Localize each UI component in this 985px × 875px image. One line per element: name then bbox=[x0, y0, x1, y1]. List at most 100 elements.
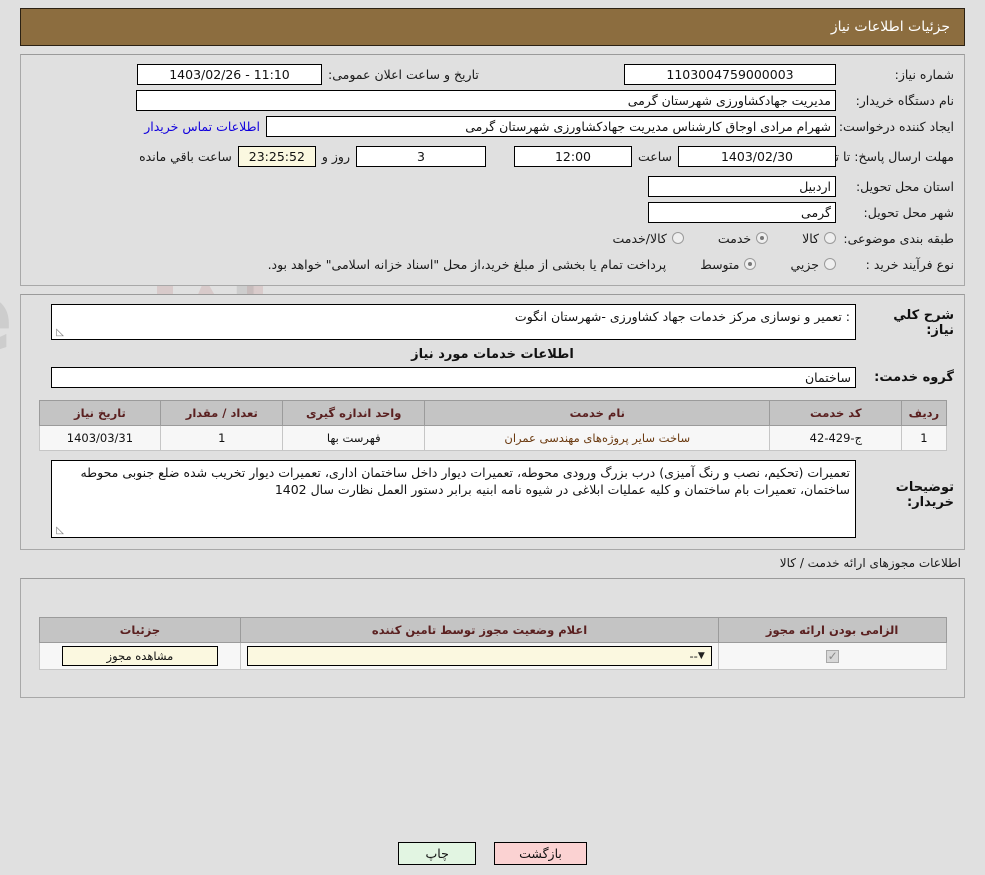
row-service-group: گروه خدمت: ساختمان bbox=[21, 364, 964, 390]
page-root: AriaTender.net جزئیات اطلاعات نیاز شماره… bbox=[0, 8, 985, 875]
deadline-date-value: 1403/02/30 bbox=[678, 145, 836, 167]
overview-label: شرح کلي نیاز: bbox=[893, 308, 954, 338]
creator-value: شهرام مرادی اوجاق کارشناس مدیریت جهادکشا… bbox=[266, 115, 836, 137]
th-qty: تعداد / مقدار bbox=[160, 400, 284, 426]
view-license-button[interactable]: مشاهده مجوز bbox=[61, 646, 218, 666]
footer-actions: بازگشت چاپ bbox=[0, 842, 985, 865]
resize-grip-icon[interactable]: ◺ bbox=[54, 328, 64, 338]
countdown-value: 23:25:52 bbox=[237, 145, 316, 167]
resize-grip-icon[interactable]: ◺ bbox=[54, 526, 64, 536]
process-option-motevaset[interactable]: متوسط bbox=[700, 256, 757, 272]
page-header-bar: جزئیات اطلاعات نیاز bbox=[20, 8, 965, 46]
row-need-overview: شرح کلي نیاز: : تعمیر و نوسازی مرکز خدما… bbox=[21, 303, 964, 341]
radio-kala-khedmat-icon[interactable] bbox=[671, 232, 684, 244]
row-process-type: نوع فرآیند خرید : جزیي متوسط پرداخت تمام… bbox=[21, 251, 964, 277]
process-label: نوع فرآیند خرید : bbox=[865, 256, 954, 272]
cell-license-required bbox=[717, 642, 947, 670]
deadline-label: مهلت ارسال پاسخ: تا تاریخ: bbox=[809, 148, 954, 164]
licenses-caption: اطلاعات مجوزهای ارائه خدمت / کالا bbox=[779, 556, 961, 570]
license-required-checkbox-icon bbox=[825, 649, 839, 663]
category-option-kala-khedmat[interactable]: کالا/خدمت bbox=[612, 230, 684, 246]
th-date: تاریخ نیاز bbox=[38, 400, 162, 426]
print-button[interactable]: چاپ bbox=[398, 842, 477, 865]
creator-label: ایجاد کننده درخواست: bbox=[838, 118, 954, 134]
cell-name: ساخت سایر پروژه‌های مهندسی عمران bbox=[424, 425, 771, 451]
days-label: روز و bbox=[321, 148, 350, 164]
category-option-kala[interactable]: کالا bbox=[802, 231, 836, 246]
need-info-panel: شماره نیاز: 1103004759000003 تاریخ و ساع… bbox=[20, 54, 965, 286]
licenses-table-header-row: الزامی بودن ارائه مجوز اعلام وضعیت مجوز … bbox=[38, 617, 947, 643]
th-license-required: الزامی بودن ارائه مجوز bbox=[717, 617, 947, 643]
radio-khedmat-icon[interactable] bbox=[756, 232, 769, 244]
need-details-panel: شرح کلي نیاز: : تعمیر و نوسازی مرکز خدما… bbox=[20, 294, 965, 550]
row-buyer-notes: توضیحات خریدار: تعمیرات (تحکیم، نصب و رن… bbox=[21, 459, 964, 539]
back-button[interactable]: بازگشت bbox=[494, 842, 587, 865]
cell-qty: 1 bbox=[160, 425, 284, 451]
city-label: شهر محل تحویل: bbox=[863, 204, 954, 220]
category-option-label-2: کالا/خدمت bbox=[612, 230, 667, 246]
row-category: طبقه بندی موضوعی: کالا خدمت کالا/خدمت bbox=[21, 225, 964, 251]
overview-value[interactable]: : تعمیر و نوسازی مرکز خدمات جهاد کشاورزی… bbox=[51, 304, 856, 340]
table-row: 1 ج-429-42 ساخت سایر پروژه‌های مهندسی عم… bbox=[38, 425, 947, 451]
buyer-org-label: نام دستگاه خریدار: bbox=[855, 92, 954, 108]
province-value: اردبیل bbox=[648, 175, 836, 197]
hour-label: ساعت bbox=[637, 148, 672, 164]
th-license-details: جزئیات bbox=[38, 617, 242, 643]
chevron-down-icon: ▼ bbox=[697, 651, 705, 661]
radio-motevaset-icon[interactable] bbox=[744, 258, 757, 270]
th-license-status: اعلام وضعیت مجوز توسط تامین کننده bbox=[240, 617, 719, 643]
process-option-label-0: جزیي bbox=[790, 256, 819, 272]
th-row: ردیف bbox=[901, 400, 947, 426]
category-option-label-0: کالا bbox=[802, 230, 819, 246]
announce-value: 11:10 - 1403/02/26 bbox=[137, 63, 322, 85]
buyer-org-value: مدیریت جهادکشاورزی شهرستان گرمی bbox=[136, 89, 836, 111]
cell-license-status[interactable]: ▼ -- bbox=[240, 642, 719, 670]
row-buyer-org: نام دستگاه خریدار: مدیریت جهادکشاورزی شه… bbox=[21, 87, 964, 113]
buyer-notes-text: تعمیرات (تحکیم، نصب و رنگ آمیزی) درب بزر… bbox=[80, 465, 850, 497]
licenses-table: الزامی بودن ارائه مجوز اعلام وضعیت مجوز … bbox=[38, 617, 947, 670]
treasury-note: پرداخت تمام یا بخشی از مبلغ خرید،از محل … bbox=[267, 256, 667, 272]
province-label: استان محل تحویل: bbox=[855, 178, 954, 194]
license-status-select[interactable]: ▼ -- bbox=[247, 646, 712, 666]
services-table: ردیف کد خدمت نام خدمت واحد اندازه گیری ت… bbox=[38, 400, 947, 451]
row-city: شهر محل تحویل: گرمی bbox=[21, 199, 964, 225]
buyer-notes-label: توضیحات خریدار: bbox=[895, 480, 954, 510]
radio-kala-icon[interactable] bbox=[824, 232, 836, 244]
th-code: کد خدمت bbox=[769, 400, 903, 426]
license-status-value: -- bbox=[689, 649, 698, 663]
cell-code: ج-429-42 bbox=[769, 425, 903, 451]
category-option-khedmat[interactable]: خدمت bbox=[717, 230, 769, 246]
service-group-label: گروه خدمت: bbox=[874, 369, 954, 385]
category-option-label-1: خدمت bbox=[717, 230, 752, 246]
cell-license-details: مشاهده مجوز bbox=[38, 642, 242, 670]
table-row: ▼ -- مشاهده مجوز bbox=[38, 642, 947, 670]
licenses-panel: الزامی بودن ارائه مجوز اعلام وضعیت مجوز … bbox=[20, 578, 965, 698]
buyer-contact-link[interactable]: اطلاعات تماس خریدار bbox=[144, 119, 260, 134]
th-unit: واحد اندازه گیری bbox=[282, 400, 426, 426]
row-province: استان محل تحویل: اردبیل bbox=[21, 173, 964, 199]
th-name: نام خدمت bbox=[424, 400, 771, 426]
deadline-hour-value: 12:00 bbox=[513, 145, 632, 167]
cell-date: 1403/03/31 bbox=[38, 425, 162, 451]
services-table-header-row: ردیف کد خدمت نام خدمت واحد اندازه گیری ت… bbox=[38, 400, 947, 426]
row-need-number: شماره نیاز: 1103004759000003 تاریخ و ساع… bbox=[21, 61, 964, 87]
remaining-days-value: 3 bbox=[355, 145, 486, 167]
row-creator: ایجاد کننده درخواست: شهرام مرادی اوجاق ک… bbox=[21, 113, 964, 139]
city-value: گرمی bbox=[648, 201, 836, 223]
cell-unit: فهرست بها bbox=[282, 425, 426, 451]
buyer-notes-value[interactable]: تعمیرات (تحکیم، نصب و رنگ آمیزی) درب بزر… bbox=[51, 460, 856, 538]
page-title: جزئیات اطلاعات نیاز bbox=[830, 19, 950, 35]
process-option-jozei[interactable]: جزیي bbox=[790, 257, 836, 272]
category-label: طبقه بندی موضوعی: bbox=[843, 230, 954, 246]
need-number-label: شماره نیاز: bbox=[894, 66, 954, 82]
service-group-value: ساختمان bbox=[51, 366, 856, 388]
licenses-table-wrapper: الزامی بودن ارائه مجوز اعلام وضعیت مجوز … bbox=[21, 617, 964, 670]
services-table-wrapper: ردیف کد خدمت نام خدمت واحد اندازه گیری ت… bbox=[21, 400, 964, 451]
radio-jozei-icon[interactable] bbox=[824, 258, 836, 270]
row-deadline: مهلت ارسال پاسخ: تا تاریخ: 1403/02/30 سا… bbox=[21, 139, 964, 173]
announce-label: تاریخ و ساعت اعلان عمومی: bbox=[328, 66, 479, 82]
services-section-title: اطلاعات خدمات مورد نیاز bbox=[411, 347, 574, 362]
process-option-label-1: متوسط bbox=[700, 256, 740, 272]
need-number-value: 1103004759000003 bbox=[624, 63, 836, 85]
cell-row: 1 bbox=[901, 425, 947, 451]
